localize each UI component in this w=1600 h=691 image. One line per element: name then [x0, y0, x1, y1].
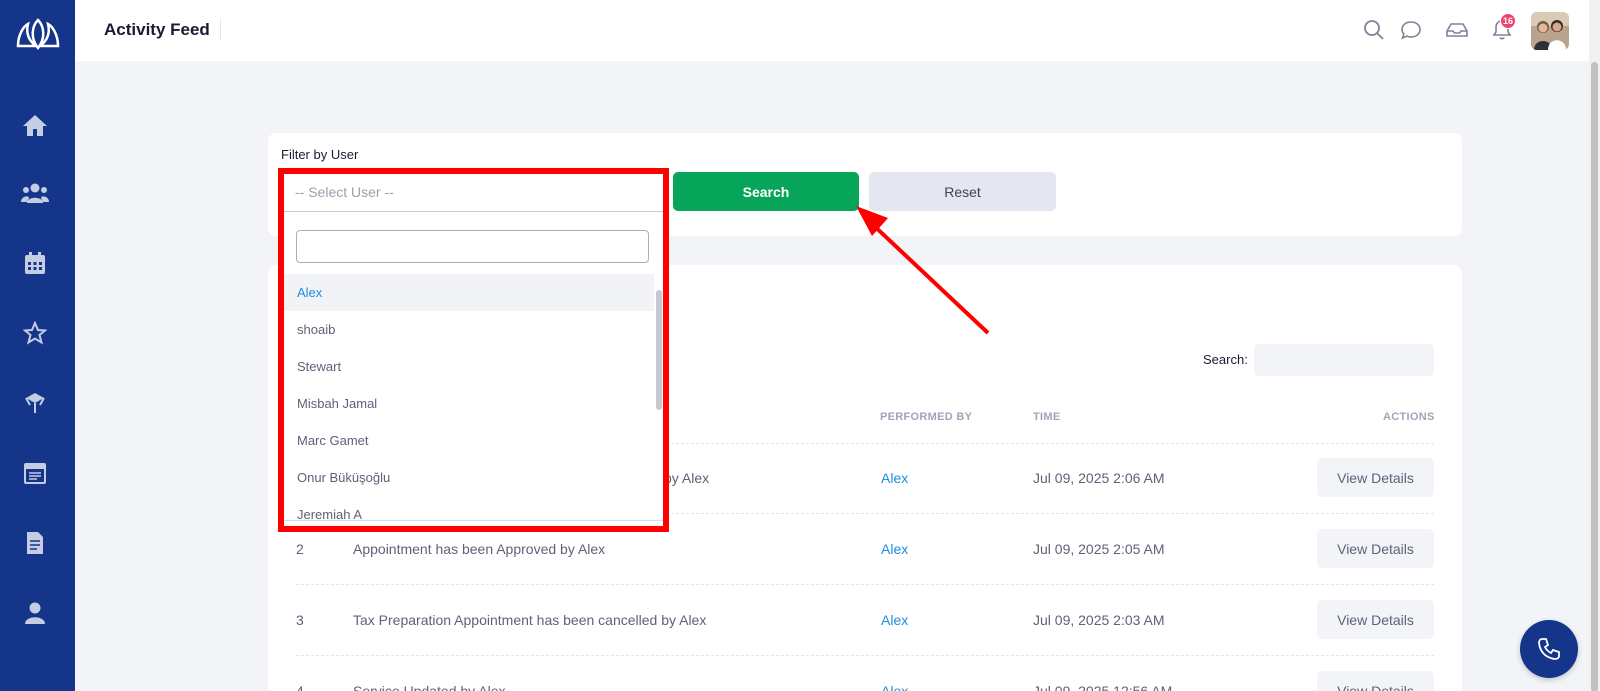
phone-icon — [1538, 638, 1560, 660]
row-number: 3 — [296, 612, 304, 628]
row-activity: Service Updated by Alex — [353, 683, 506, 691]
dropdown-option[interactable]: Marc Gamet — [284, 422, 654, 459]
table-search-input[interactable] — [1254, 344, 1434, 376]
row-number: 2 — [296, 541, 304, 557]
search-icon[interactable] — [1362, 18, 1386, 42]
dropdown-option[interactable]: Misbah Jamal — [284, 385, 654, 422]
view-details-button[interactable]: View Details — [1317, 458, 1434, 497]
row-divider — [296, 584, 1434, 585]
row-performed-by-link[interactable]: Alex — [881, 470, 908, 486]
dropdown-option[interactable]: shoaib — [284, 311, 654, 348]
row-time: Jul 09, 2025 2:05 AM — [1033, 541, 1165, 557]
star-icon[interactable] — [20, 318, 50, 348]
row-performed-by-link[interactable]: Alex — [881, 612, 908, 628]
filter-label: Filter by User — [281, 147, 359, 162]
search-button[interactable]: Search — [673, 172, 859, 211]
avatar[interactable] — [1531, 12, 1569, 50]
row-activity: Tax Preparation Appointment has been can… — [353, 612, 707, 628]
phone-call-button[interactable] — [1520, 620, 1578, 678]
row-activity: Appointment has been Approved by Alex — [353, 541, 606, 557]
user-select[interactable]: -- Select User -- — [283, 172, 664, 212]
row-divider — [296, 655, 1434, 656]
page-scrollbar-thumb[interactable] — [1591, 62, 1598, 691]
row-time: Jul 09, 2025 12:56 AM — [1033, 683, 1173, 691]
view-details-button[interactable]: View Details — [1317, 671, 1434, 691]
dropdown-option[interactable]: Stewart — [284, 348, 654, 385]
notification-badge: 16 — [1500, 13, 1516, 29]
user-icon[interactable] — [20, 598, 50, 628]
user-select-placeholder: -- Select User -- — [295, 184, 394, 200]
user-select-dropdown: Alex shoaib Stewart Misbah Jamal Marc Ga… — [283, 211, 664, 521]
reset-button[interactable]: Reset — [869, 172, 1056, 211]
row-performed-by-link[interactable]: Alex — [881, 683, 908, 691]
dropdown-option[interactable]: Alex — [284, 274, 654, 311]
dropdown-option[interactable]: Jeremiah A — [284, 496, 654, 520]
services-icon[interactable] — [20, 388, 50, 418]
row-activity: by Alex — [664, 470, 710, 486]
home-icon[interactable] — [20, 110, 50, 140]
page-title: Activity Feed — [104, 19, 221, 41]
users-icon[interactable] — [20, 178, 50, 208]
dropdown-scrollbar-thumb[interactable] — [656, 290, 662, 410]
document-icon[interactable] — [20, 528, 50, 558]
dropdown-search-input[interactable] — [296, 230, 649, 263]
column-header-actions: ACTIONS — [1383, 411, 1435, 423]
dropdown-option[interactable]: Onur Büküşoğlu — [284, 459, 654, 496]
sidebar — [0, 0, 75, 691]
calendar-list-icon[interactable] — [20, 458, 50, 488]
row-performed-by-link[interactable]: Alex — [881, 541, 908, 557]
column-header-time[interactable]: TIME — [1033, 411, 1060, 423]
row-time: Jul 09, 2025 2:03 AM — [1033, 612, 1165, 628]
view-details-button[interactable]: View Details — [1317, 529, 1434, 568]
table-search-label: Search: — [1203, 352, 1248, 367]
row-number: 4 — [296, 683, 304, 691]
chat-icon[interactable] — [1399, 18, 1423, 42]
view-details-button[interactable]: View Details — [1317, 600, 1434, 639]
row-time: Jul 09, 2025 2:06 AM — [1033, 470, 1165, 486]
calendar-icon[interactable] — [20, 248, 50, 278]
company-logo[interactable] — [14, 16, 62, 56]
dropdown-options-list: Alex shoaib Stewart Misbah Jamal Marc Ga… — [284, 274, 654, 520]
inbox-icon[interactable] — [1445, 18, 1469, 42]
column-header-performed-by[interactable]: PERFORMED BY — [880, 411, 972, 423]
